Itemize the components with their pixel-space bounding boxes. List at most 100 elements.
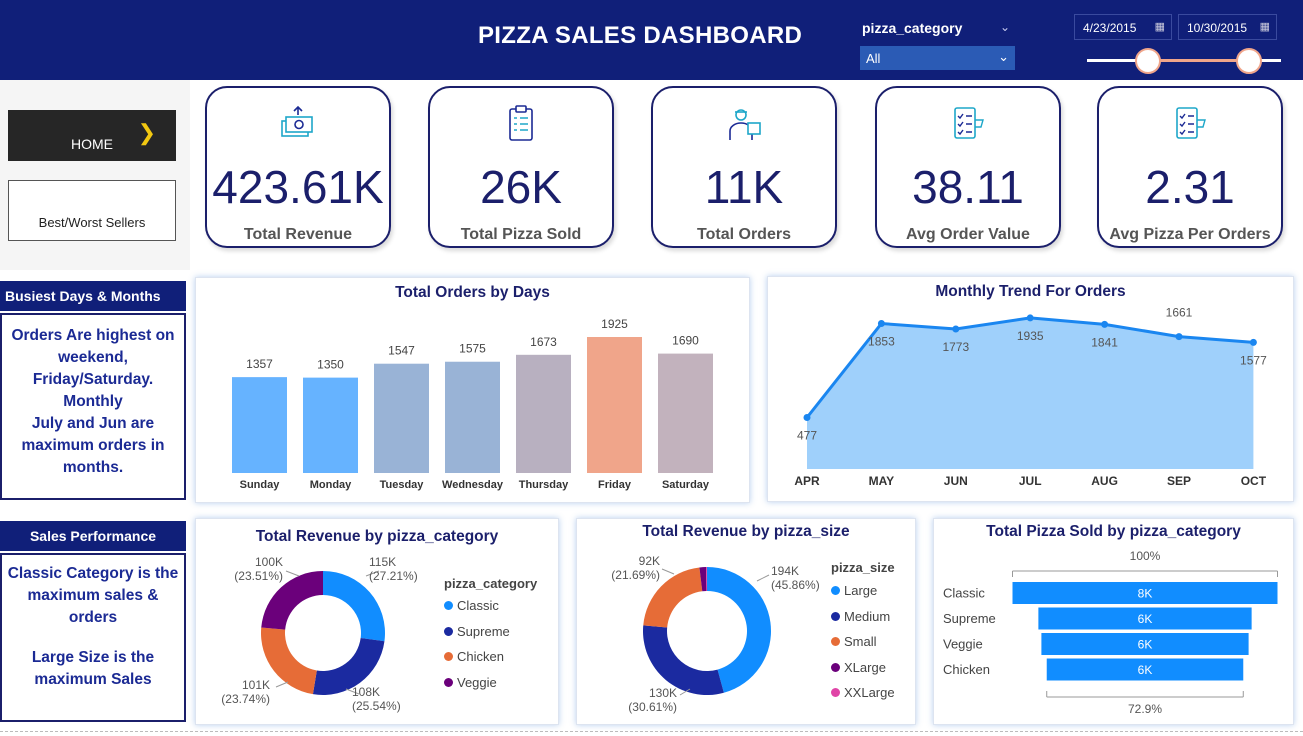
tick-label: Sunday <box>240 479 281 491</box>
date-slider-start-handle[interactable] <box>1135 48 1161 74</box>
legend-label: XXLarge <box>844 685 895 700</box>
slicer-selected-value: All <box>866 51 881 66</box>
legend-item[interactable]: Small <box>831 634 877 649</box>
monthly-trend-plot: 477 APR 1853 MAY 1773 JUN 1935 JUL 1841 AUG 1661 SE… <box>794 306 1267 488</box>
insight-line: Orders Are highest on <box>11 327 175 344</box>
leader-line <box>285 570 300 577</box>
data-point <box>803 414 811 421</box>
kpi-card-avg-pizza-per-order: 2.31 Avg Pizza Per Orders <box>1097 86 1283 248</box>
legend-marker <box>444 601 453 610</box>
legend-marker <box>444 677 453 687</box>
tick-label: SEP <box>1167 474 1191 488</box>
chevron-right-icon: ❯ <box>137 120 156 145</box>
data-label: 477 <box>797 429 817 443</box>
kpi-value: 26K <box>480 161 562 213</box>
end-date-input[interactable]: 10/30/2015 ▦ <box>1178 14 1277 40</box>
data-label: 108K <box>352 685 380 699</box>
legend-item[interactable]: XXLarge <box>831 685 895 700</box>
kpi-value: 423.61K <box>212 161 384 213</box>
start-date-value: 4/23/2015 <box>1083 21 1137 35</box>
legend-marker <box>444 652 453 661</box>
bar <box>587 337 642 473</box>
start-date-input[interactable]: 4/23/2015 ▦ <box>1074 14 1172 40</box>
category-label: Supreme <box>943 611 996 626</box>
data-label: 1773 <box>942 340 969 354</box>
insight-line: July and Jun are <box>31 415 155 432</box>
tick-label: Friday <box>598 479 632 491</box>
nav-panel <box>0 80 190 270</box>
legend-marker <box>831 611 840 621</box>
legend-item[interactable]: XLarge <box>831 660 886 675</box>
insight-line: Friday/Saturday. <box>32 371 154 388</box>
data-label: 1841 <box>1091 335 1118 349</box>
legend-item[interactable]: Medium <box>831 609 890 624</box>
tick-label: MAY <box>869 474 895 488</box>
legend-title: pizza_category <box>444 576 538 591</box>
data-label: 1547 <box>388 344 415 358</box>
tick-label: Saturday <box>662 479 710 491</box>
legend-title: pizza_size <box>831 560 895 575</box>
data-label: 1350 <box>317 358 344 372</box>
donut-slice <box>643 625 724 695</box>
legend-item[interactable]: Classic <box>444 598 499 613</box>
data-label: 194K <box>771 564 799 578</box>
category-slicer-dropdown[interactable]: All ⌄ <box>860 46 1015 70</box>
home-button[interactable]: HOME ❯ <box>8 110 176 161</box>
busiest-insight-text: Orders Are highest on weekend, Friday/Sa… <box>0 313 186 500</box>
category-label: Classic <box>943 586 985 601</box>
sales-insight-title: Sales Performance <box>0 521 186 551</box>
kpi-card-total-revenue: 423.61K Total Revenue <box>205 86 391 248</box>
legend-label: Classic <box>457 598 499 613</box>
leader-line <box>756 574 770 582</box>
end-date-value: 10/30/2015 <box>1187 21 1248 35</box>
legend-marker <box>831 586 840 595</box>
best-worst-sellers-button[interactable]: Best/Worst Sellers <box>8 180 176 241</box>
kpi-label: Total Revenue <box>243 226 353 243</box>
orders-by-days-chart: Total Orders by Days 1357 Sunday 1350 Monda… <box>195 277 750 503</box>
legend-item[interactable]: Veggie <box>444 675 497 690</box>
revenue-by-category-chart: Total Revenue by pizza_category 115K (27.… <box>195 518 559 725</box>
funnel-plot: 100% 8K Classic 6K Supreme 6K Veggie 6K Chicken 7… <box>943 549 1278 716</box>
data-label: (30.61%) <box>628 700 677 714</box>
kpi-card-total-pizza-sold: 26K Total Pizza Sold <box>428 86 614 248</box>
chevron-down-icon: ⌄ <box>998 49 1009 64</box>
category-label: Chicken <box>943 662 990 677</box>
data-label: 8K <box>1138 587 1153 601</box>
leader-line <box>275 681 289 688</box>
bar <box>516 354 571 473</box>
category-label: Veggie <box>943 637 983 652</box>
chevron-down-icon[interactable]: ⌄ <box>1000 20 1010 34</box>
tick-label: Tuesday <box>380 479 425 491</box>
tick-label: Thursday <box>519 479 569 491</box>
calendar-icon[interactable]: ▦ <box>1260 20 1270 33</box>
tick-label: APR <box>794 474 820 488</box>
legend-item[interactable]: Chicken <box>444 649 504 664</box>
insight-line: maximum orders in <box>21 437 165 454</box>
data-label: 1577 <box>1240 353 1267 367</box>
orders-by-days-plot: 1357 Sunday 1350 Monday 1547 Tuesday 1575 Wedne… <box>232 317 713 491</box>
legend-item[interactable]: Large <box>831 583 877 598</box>
data-label: 6K <box>1138 638 1153 652</box>
kpi-label: Avg Pizza Per Orders <box>1109 226 1271 243</box>
date-slider-range <box>1148 59 1249 62</box>
data-label: (27.21%) <box>369 569 418 583</box>
bar <box>303 377 358 473</box>
legend-item[interactable]: Supreme <box>444 624 510 639</box>
calendar-icon[interactable]: ▦ <box>1155 20 1165 33</box>
data-point <box>1175 333 1183 341</box>
legend-label: Supreme <box>457 623 510 639</box>
data-label: 1690 <box>672 334 699 348</box>
tick-label: AUG <box>1091 474 1118 488</box>
best-worst-label: Best/Worst Sellers <box>38 214 146 230</box>
date-slider-end-handle[interactable] <box>1236 48 1262 74</box>
insight-line: weekend, <box>58 349 128 366</box>
kpi-card-total-orders: 11K Total Orders <box>651 86 837 248</box>
data-label: 115K <box>369 555 396 569</box>
legend-label: Small <box>844 634 877 649</box>
bar <box>232 377 287 473</box>
legend-marker <box>831 688 840 697</box>
data-label: 1935 <box>1017 329 1044 343</box>
funnel-bottom-percent: 72.9% <box>1128 702 1162 716</box>
kpi-value: 11K <box>704 161 784 213</box>
data-label: (23.74%) <box>221 692 270 706</box>
